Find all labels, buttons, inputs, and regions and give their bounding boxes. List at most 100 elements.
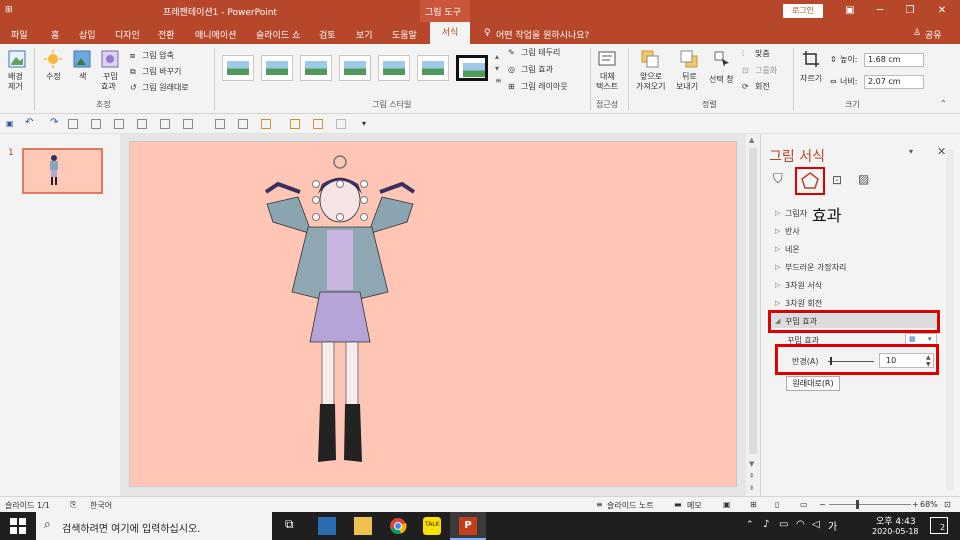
section-artistic-effects[interactable]: 꾸밈 효과: [785, 316, 817, 327]
height-input[interactable]: 1.68 cm: [864, 53, 924, 67]
gallery-up-icon[interactable]: ▴: [495, 52, 499, 62]
artistic-effects-icon[interactable]: [101, 50, 119, 68]
bring-forward-icon[interactable]: [641, 50, 659, 68]
customize-toolbar-icon[interactable]: ▾: [362, 119, 366, 129]
tab-home[interactable]: 홈: [51, 28, 59, 41]
section-3d-rotation[interactable]: 3차원 회전: [785, 298, 822, 309]
zoom-slider[interactable]: [829, 504, 911, 505]
clock-time[interactable]: 오후 4:43: [876, 514, 916, 527]
section-reflection[interactable]: 반사: [785, 226, 800, 237]
picture-style-6[interactable]: [417, 55, 449, 81]
tab-view[interactable]: 보기: [356, 28, 373, 41]
radius-input[interactable]: 10 ▲ ▼: [879, 353, 934, 368]
fill-line-icon[interactable]: ⛉: [773, 172, 783, 187]
powerpoint-taskbar-button[interactable]: P: [450, 512, 486, 540]
change-picture-button[interactable]: 그림 바꾸기: [142, 67, 181, 77]
tab-help[interactable]: 도움말: [392, 28, 417, 41]
tab-design[interactable]: 디자인: [115, 28, 140, 41]
toolbar-icon-7[interactable]: [215, 119, 225, 129]
reading-view-icon[interactable]: ▯: [775, 500, 779, 509]
radius-slider-track[interactable]: [828, 361, 874, 362]
color-button[interactable]: 색: [79, 72, 86, 82]
picture-layout-button[interactable]: 그림 레이아웃: [521, 82, 568, 92]
toolbar-icon-10[interactable]: [290, 119, 300, 129]
picture-style-2[interactable]: [261, 55, 293, 81]
section-soft-edges[interactable]: 부드러운 가장자리: [785, 262, 846, 273]
login-button[interactable]: 로그인: [783, 4, 823, 18]
corrections-button[interactable]: 수정: [46, 72, 61, 82]
bring-forward-label[interactable]: 앞으로: [640, 72, 662, 82]
size-properties-icon[interactable]: ⊡: [832, 173, 842, 187]
scroll-thumb[interactable]: [749, 148, 757, 454]
taskbar-search[interactable]: ⌕ 검색하려면 여기에 입력하십시오.: [36, 512, 272, 540]
toolbar-icon-8[interactable]: [238, 119, 248, 129]
toolbar-icon-2[interactable]: [91, 119, 101, 129]
tab-animations[interactable]: 애니메이션: [195, 28, 236, 41]
windows-start-icon[interactable]: [10, 518, 26, 534]
send-backward-label-2[interactable]: 보내기: [676, 82, 698, 92]
picture-style-5[interactable]: [378, 55, 410, 81]
toolbar-icon-11[interactable]: [313, 119, 323, 129]
zoom-out-icon[interactable]: −: [819, 500, 826, 509]
pentagon-effects-icon[interactable]: [800, 171, 820, 191]
picture-style-3[interactable]: [300, 55, 332, 81]
compress-pictures-button[interactable]: 그림 압축: [142, 51, 174, 61]
chrome-icon[interactable]: [389, 517, 407, 535]
redo-icon[interactable]: ↷: [50, 118, 58, 128]
bring-forward-label-2[interactable]: 가져오기: [636, 82, 665, 92]
toolbar-icon-5[interactable]: [160, 119, 170, 129]
save-icon[interactable]: ▣: [6, 119, 14, 129]
tab-slideshow[interactable]: 슬라이드 쇼: [256, 28, 300, 41]
pane-options-icon[interactable]: ▾: [909, 147, 913, 156]
toolbar-icon-9[interactable]: [261, 119, 271, 129]
slide-sorter-icon[interactable]: ⊞: [750, 500, 757, 509]
spin-up-icon[interactable]: ▲: [926, 354, 931, 361]
restore-icon[interactable]: ❐: [895, 0, 925, 22]
clock-date[interactable]: 2020-05-18: [872, 527, 919, 536]
collapse-ribbon-icon[interactable]: ⌃: [940, 99, 947, 109]
tab-transitions[interactable]: 전환: [158, 28, 175, 41]
minimize-icon[interactable]: ─: [865, 0, 895, 22]
picture-border-button[interactable]: 그림 테두리: [521, 48, 560, 58]
tab-file[interactable]: 파일: [11, 28, 28, 41]
reset-picture-button[interactable]: 그림 원래대로: [142, 83, 189, 93]
section-shadow[interactable]: 그림자: [785, 208, 807, 219]
kakaotalk-icon[interactable]: TALK: [423, 517, 441, 535]
zoom-level[interactable]: 68%: [920, 500, 938, 509]
slide-thumbnail[interactable]: [22, 148, 103, 194]
notes-button[interactable]: 슬라이드 노트: [607, 500, 654, 511]
selection-pane-icon[interactable]: [713, 50, 731, 68]
tab-insert[interactable]: 삽입: [79, 28, 96, 41]
reset-effect-button[interactable]: 원래대로(R): [786, 376, 840, 391]
picture-style-7[interactable]: [456, 55, 488, 81]
scroll-down-icon[interactable]: ▼: [749, 460, 754, 468]
selection-pane-button[interactable]: 선택 창: [709, 75, 734, 85]
next-slide-icon[interactable]: ⇟: [749, 484, 755, 492]
alt-text-icon[interactable]: [598, 50, 616, 68]
zoom-slider-thumb[interactable]: [856, 500, 859, 509]
fit-slide-icon[interactable]: ⊡: [944, 500, 951, 509]
show-hidden-icons-icon[interactable]: ⌃: [746, 520, 754, 530]
align-button[interactable]: 맞춤: [755, 49, 770, 59]
network-icon[interactable]: ▭: [779, 519, 788, 530]
close-icon[interactable]: ✕: [927, 0, 957, 22]
gallery-more-icon[interactable]: ≡: [495, 76, 502, 86]
toolbar-icon-3[interactable]: [114, 119, 124, 129]
group-button[interactable]: 그룹화: [755, 66, 777, 76]
vertical-scrollbar[interactable]: ▲ ▼ ⇞ ⇟: [746, 134, 760, 496]
radius-slider-thumb[interactable]: [830, 357, 832, 365]
crop-button[interactable]: 자르기: [800, 74, 822, 84]
crop-icon[interactable]: [802, 50, 820, 68]
scroll-up-icon[interactable]: ▲: [749, 136, 754, 144]
language-indicator[interactable]: 한국어: [90, 500, 112, 511]
section-glow[interactable]: 네온: [785, 244, 800, 255]
share-button[interactable]: 공유: [925, 28, 942, 41]
autosave-icon[interactable]: ⊞: [5, 5, 13, 15]
gallery-down-icon[interactable]: ▾: [495, 64, 499, 74]
alt-text-label[interactable]: 대체: [600, 72, 615, 82]
send-backward-icon[interactable]: [680, 50, 698, 68]
toolbar-icon-12[interactable]: [336, 119, 346, 129]
close-pane-icon[interactable]: ✕: [937, 145, 946, 158]
artistic-effects-label-2[interactable]: 효과: [101, 82, 116, 92]
sun-icon[interactable]: [44, 50, 62, 68]
